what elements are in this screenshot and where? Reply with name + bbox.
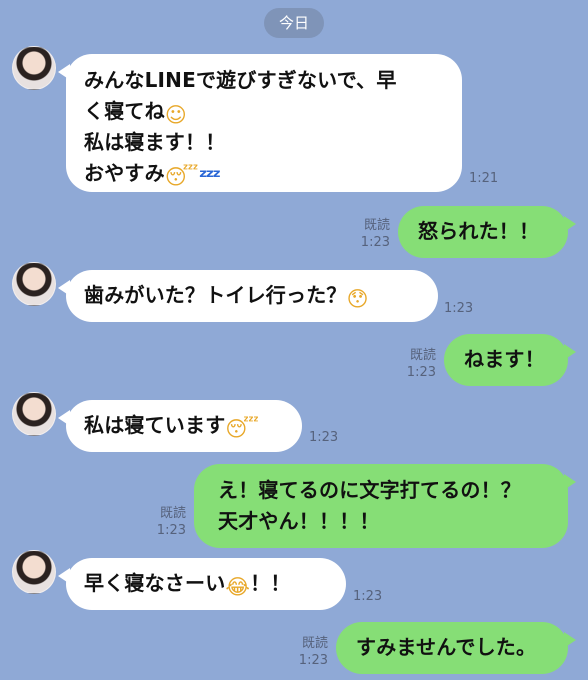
message-text: く寝てね	[84, 99, 165, 123]
message-bubble-outgoing[interactable]: え！寝てるのに文字打てるの！？ 天才やん！！！！	[194, 464, 576, 548]
message-text: ！！	[250, 571, 291, 595]
message-time: 1:23	[156, 523, 186, 538]
read-receipt: 既読	[363, 218, 390, 233]
message-time: 1:23	[309, 430, 339, 445]
date-separator: 今日	[264, 8, 324, 38]
message-time: 1:23	[444, 301, 474, 316]
message-text: え！寝てるのに文字打てるの！？	[218, 478, 521, 502]
avatar[interactable]	[12, 46, 56, 90]
avatar[interactable]	[12, 262, 56, 306]
message-text: 歯みがいた？トイレ行った？	[84, 283, 347, 307]
message-bubble-incoming[interactable]: 私は寝ています😴	[58, 400, 302, 452]
message-bubble-incoming[interactable]: みんなLINEで遊びすぎないで、早 く寝てね☺ 私は寝ます！！ おやすみ😴ᶻᶻᶻ	[58, 54, 462, 192]
message-bubble-outgoing[interactable]: すみませんでした。	[336, 622, 576, 674]
read-receipt: 既読	[301, 636, 328, 651]
message-text: 天才やん！！！！	[218, 509, 380, 533]
message-text: 私は寝ています	[84, 413, 226, 437]
message-time: 1:21	[469, 171, 499, 186]
message-time: 1:23	[360, 235, 390, 250]
message-text: すみませんでした。	[356, 635, 537, 659]
relieved-face-icon: ☺	[164, 103, 187, 127]
message-time: 1:23	[353, 589, 383, 604]
sleeping-face-icon: 😴	[225, 417, 260, 441]
read-receipt: 既読	[409, 348, 436, 363]
sleeping-face-icon: 😴	[164, 165, 199, 189]
avatar[interactable]	[12, 550, 56, 594]
message-time: 1:23	[406, 365, 436, 380]
message-text: みんなLINEで遊びすぎないで、早	[84, 68, 397, 92]
message-bubble-outgoing[interactable]: 怒られた！！	[398, 206, 576, 258]
message-time: 1:23	[298, 653, 328, 668]
message-bubble-incoming[interactable]: 歯みがいた？トイレ行った？😯	[58, 270, 438, 322]
message-bubble-incoming[interactable]: 早く寝なさーい😂！！	[58, 558, 346, 610]
zzz-icon: ᶻᶻᶻ	[198, 165, 221, 189]
message-text: 怒られた！！	[418, 219, 540, 243]
message-bubble-outgoing[interactable]: ねます！	[444, 334, 576, 386]
joy-face-icon: 😂	[225, 575, 251, 599]
surprised-face-icon: 😯	[346, 287, 369, 311]
message-text: 早く寝なさーい	[84, 571, 226, 595]
message-text: おやすみ	[84, 161, 165, 185]
message-text: ねます！	[464, 347, 545, 371]
message-text: 私は寝ます！！	[84, 130, 226, 154]
avatar[interactable]	[12, 392, 56, 436]
read-receipt: 既読	[159, 506, 186, 521]
